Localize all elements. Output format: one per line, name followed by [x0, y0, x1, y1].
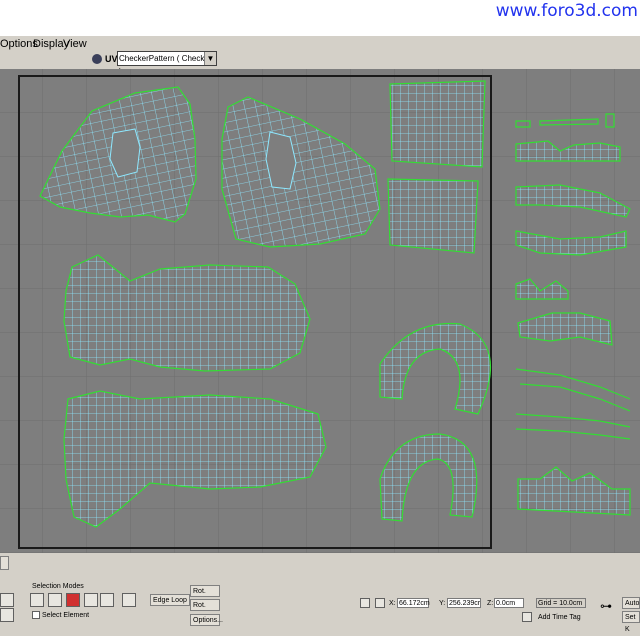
uv-canvas[interactable] [0, 69, 640, 553]
edge-loop-button[interactable]: Edge Loop [150, 594, 190, 606]
scroll-left-button[interactable] [0, 556, 9, 570]
select-element-label: Select Element [42, 612, 90, 619]
uv-shell-hand-upper [63, 254, 311, 372]
uv-editor-viewport[interactable] [0, 69, 640, 553]
paint-select-icon[interactable] [122, 593, 136, 607]
bottom-panel: Selection Modes Edge Loop Select Element… [0, 575, 640, 633]
add-time-tag-button[interactable]: Add Time Tag [538, 614, 581, 621]
texture-select[interactable]: CheckerPattern ( Checker ) ▼ [117, 51, 217, 76]
z-label: Z: [487, 600, 494, 607]
x-label: X: [389, 600, 396, 607]
key-icon[interactable]: ⊶ [600, 599, 614, 613]
uv-shell-square-1 [389, 80, 486, 168]
menu-view[interactable]: View [63, 38, 87, 50]
auto-key-button[interactable]: Auto K [622, 597, 640, 619]
edge-mode-icon[interactable] [48, 593, 62, 607]
uv-shell-square-2 [387, 178, 479, 254]
menu-bar: Options Display View [0, 36, 640, 53]
z-coordinate-field[interactable]: 0.0cm [494, 598, 524, 608]
time-tag-icon [522, 612, 532, 622]
set-key-button[interactable]: Set K [622, 611, 640, 633]
left-tool-icon[interactable] [0, 593, 14, 607]
left-tool-icon-2[interactable] [0, 608, 14, 622]
horizontal-scrollbar[interactable] [0, 554, 640, 571]
uv-label: UV [105, 54, 118, 64]
select-element-checkbox[interactable] [32, 611, 40, 619]
uv-channel-icon[interactable] [92, 54, 102, 64]
grid-size-display: Grid = 10.0cm [536, 598, 586, 608]
y-label: Y: [439, 600, 446, 607]
x-coordinate-field[interactable]: 66.172cm [397, 598, 430, 608]
selection-modes-label: Selection Modes [32, 583, 84, 590]
options-button[interactable]: Options... [190, 614, 223, 626]
chevron-down-icon[interactable]: ▼ [204, 52, 216, 65]
absolute-mode-icon[interactable] [375, 598, 385, 608]
watermark-link[interactable]: www.foro3d.com [496, 1, 638, 21]
y-coordinate-field[interactable]: 256.239cr [447, 598, 481, 608]
shrink-selection-icon[interactable] [100, 593, 114, 607]
rotate-minus-90-button[interactable]: Rot. -90 [190, 599, 220, 621]
rotate-plus-90-button[interactable]: Rot. +90 [190, 585, 220, 607]
vertex-mode-icon[interactable] [30, 593, 44, 607]
top-banner: www.foro3d.com [0, 0, 640, 36]
face-mode-icon[interactable] [66, 593, 80, 607]
lock-icon[interactable] [360, 598, 370, 608]
grow-selection-icon[interactable] [84, 593, 98, 607]
uv-hole-left [109, 128, 141, 178]
